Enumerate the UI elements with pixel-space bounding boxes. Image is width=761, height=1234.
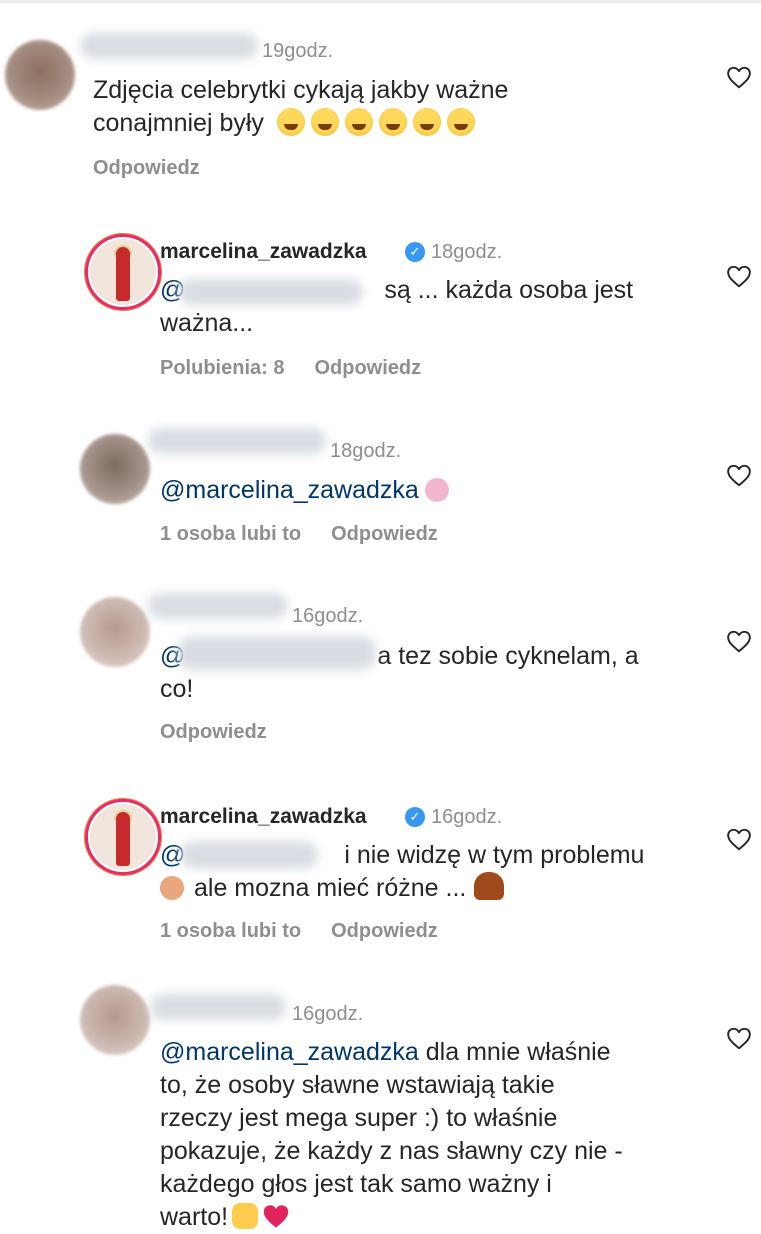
clapping-hands-emoji [232,1203,259,1229]
comment-line: ale mozna mieć różne ... [194,874,467,902]
avatar[interactable] [80,597,150,667]
red-heart-emoji [263,1205,289,1228]
heart-outline-icon[interactable] [726,827,752,851]
heart-outline-icon[interactable] [726,629,752,653]
comment-line: i nie widzę w tym problemu [344,841,645,869]
timestamp: 18godz. [330,440,402,462]
timestamp: 18godz. [431,241,503,263]
avatar[interactable] [88,802,158,872]
redacted-username [80,33,258,59]
reply-button[interactable]: Odpowiedz [314,357,421,379]
likes-count[interactable]: 1 osoba lubi to [160,523,301,545]
comment-line: conajmniej były [93,109,264,137]
comment-actions: 1 osoba lubi to Odpowiedz [160,920,468,943]
heart-outline-icon[interactable] [726,463,752,487]
redacted-mention [180,841,318,869]
likes-count[interactable]: 1 osoba lubi to [160,920,301,942]
likes-count[interactable]: Polubienia: 8 [160,357,284,379]
verified-badge-icon: ✓ [405,242,425,262]
reply-button[interactable]: Odpowiedz [93,157,200,179]
avatar[interactable] [80,985,150,1055]
mention-link[interactable]: @marcelina_zawadzka [160,476,419,504]
mention-link[interactable]: @marcelina_zawadzka [160,1038,419,1066]
redacted-username [148,428,326,454]
heart-outline-icon[interactable] [726,65,752,89]
comment-line: co! [160,675,194,703]
comment-actions: Odpowiedz [93,157,230,180]
comment-line: to, że osoby sławne wstawiają takie [160,1071,555,1099]
reply-button[interactable]: Odpowiedz [331,523,438,545]
comment-line: warto! [160,1203,229,1231]
orangutan-emoji [474,872,505,900]
avatar[interactable] [5,40,75,110]
redacted-username [148,593,288,619]
comment-line: a tez sobie cyknelam, a [377,642,639,670]
avatar[interactable] [80,434,150,504]
username[interactable]: marcelina_zawadzka [160,240,367,264]
reply-button[interactable]: Odpowiedz [331,920,438,942]
comment-text: @marcelina_zawadzka dla mnie właśnie to,… [160,1036,623,1234]
top-divider [0,0,761,3]
timestamp: 16godz. [292,605,364,627]
timestamp: 16godz. [292,1003,364,1025]
comment-line: Zdjęcia celebrytki cykają jakby ważne [93,76,509,104]
comment-line: pokazuje, że każdy z nas sławny czy nie … [160,1137,623,1165]
woman-shrugging-emoji [160,876,184,900]
rolling-laughing-emoji [276,108,481,137]
comment-actions: 1 osoba lubi to Odpowiedz [160,523,468,546]
redacted-mention [178,636,376,670]
comment-actions: Odpowiedz [160,721,297,744]
comment-line: są ... każda osoba jest [384,276,634,304]
heart-outline-icon[interactable] [726,1026,752,1050]
redacted-mention [178,279,363,305]
comment-line: każdego głos jest tak samo ważny i [160,1170,552,1198]
woman-tipping-hand-emoji [424,478,449,502]
verified-badge-icon: ✓ [405,807,425,827]
heart-outline-icon[interactable] [726,264,752,288]
avatar[interactable] [88,237,158,307]
comment-line: ważna... [160,309,254,337]
comment-line: rzeczy jest mega super :) to właśnie [160,1104,558,1132]
redacted-username [150,994,286,1020]
timestamp: 19godz. [262,40,334,62]
comment-actions: Polubienia: 8 Odpowiedz [160,357,451,380]
comment-text: Zdjęcia celebrytki cykają jakby ważne co… [93,74,508,140]
comment-line: dla mnie właśnie [418,1038,611,1066]
username[interactable]: marcelina_zawadzka [160,805,367,829]
timestamp: 16godz. [431,806,503,828]
reply-button[interactable]: Odpowiedz [160,721,267,743]
comment-text: @marcelina_zawadzka [160,474,449,507]
